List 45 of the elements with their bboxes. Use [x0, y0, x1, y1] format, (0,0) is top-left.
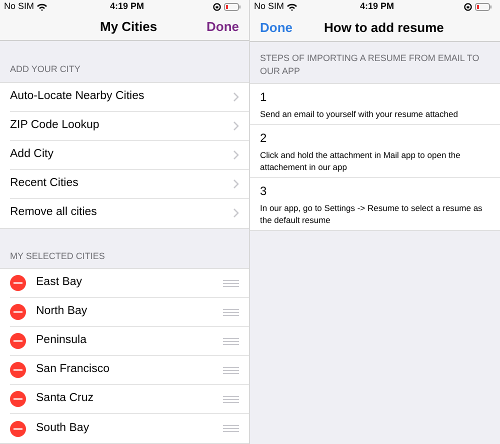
- chevron-icon: [233, 92, 239, 102]
- delete-icon[interactable]: [10, 362, 26, 378]
- delete-icon[interactable]: [10, 333, 26, 349]
- time-label: 4:19 PM: [360, 0, 394, 14]
- delete-icon[interactable]: [10, 420, 26, 436]
- delete-icon[interactable]: [10, 304, 26, 320]
- city-name: North Bay: [36, 304, 88, 320]
- chevron-icon: [233, 178, 239, 188]
- chevron-icon: [233, 120, 239, 130]
- battery-icon: [224, 2, 241, 11]
- carrier-label: No SIM: [4, 0, 34, 14]
- orientation-lock-icon: [464, 3, 472, 11]
- battery-icon: [475, 3, 492, 11]
- wifi-icon: [37, 2, 48, 11]
- delete-icon[interactable]: [10, 275, 26, 291]
- section-header: ADD YOUR CITY: [9, 63, 82, 76]
- list-row[interactable]: Auto-Locate Nearby Cities: [10, 82, 249, 112]
- step-number: 2: [260, 130, 267, 147]
- city-name: East Bay: [36, 275, 84, 290]
- wifi-icon: [287, 3, 298, 11]
- nav-title: My Cities: [100, 18, 158, 36]
- city-name: Peninsula: [36, 333, 88, 348]
- carrier-label: No SIM: [254, 0, 284, 14]
- orientation-lock-icon: [213, 2, 221, 11]
- done-button[interactable]: Done: [260, 18, 292, 38]
- list-row[interactable]: Add City: [10, 140, 249, 170]
- done-button[interactable]: Done: [206, 17, 239, 37]
- delete-icon[interactable]: [10, 391, 26, 407]
- step-number: 1: [260, 89, 267, 106]
- city-name: South Bay: [36, 420, 90, 436]
- step-text: Click and hold the attachment in Mail app to open the attachement in our app: [260, 149, 462, 173]
- chevron-icon: [233, 150, 239, 160]
- list-row[interactable]: Remove all cities: [10, 198, 249, 228]
- chevron-icon: [233, 208, 239, 218]
- step-text: Send an email to yourself with your resume attached: [260, 108, 458, 120]
- nav-title: How to add resume: [324, 18, 444, 37]
- step-number: 3: [260, 183, 267, 200]
- section-header: STEPS OF IMPORTING A RESUME FROM EMAIL TO OUR APP: [259, 52, 480, 78]
- section-header: MY SELECTED CITIES: [9, 250, 106, 262]
- city-name: Santa Cruz: [36, 391, 95, 406]
- list-row[interactable]: ZIP Code Lookup: [10, 112, 249, 140]
- list-row[interactable]: Recent Cities: [10, 170, 249, 198]
- step-text: In our app, go to Settings -> Resume to select a resume as the default resume: [260, 202, 484, 226]
- time-label: 4:19 PM: [110, 0, 144, 14]
- city-name: San Francisco: [36, 362, 111, 378]
